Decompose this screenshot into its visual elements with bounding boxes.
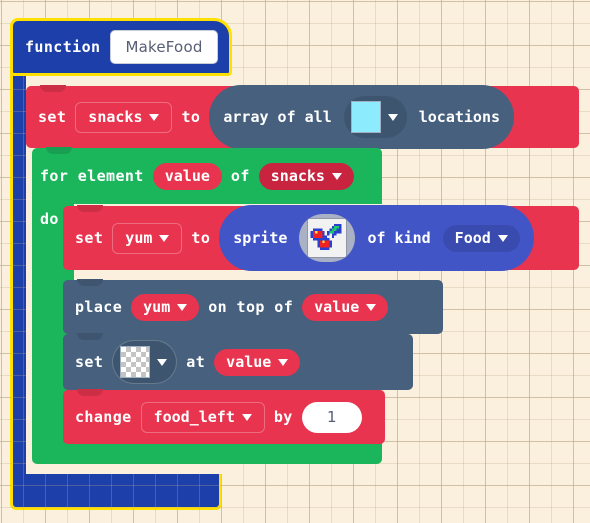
food-left-variable-label: food_left [153, 407, 235, 426]
place-on-top-of-statement[interactable]: place yum on top of value [63, 280, 443, 334]
yum-sprite-dropdown[interactable]: yum [131, 293, 200, 321]
function-keyword-label: function [25, 37, 101, 56]
set-label: set [38, 107, 67, 126]
to-label: to [181, 107, 201, 126]
of-kind-label: of kind [367, 228, 431, 247]
snacks-list-label: snacks [270, 166, 325, 185]
value-variable-pill[interactable]: value [152, 162, 222, 190]
at-label: at [186, 352, 206, 371]
value-tile-location-label: value [226, 352, 272, 371]
set-label: set [75, 228, 104, 247]
cherries-sprite-dropdown[interactable] [299, 214, 356, 262]
locations-label: locations [418, 107, 501, 126]
change-variable-statement[interactable]: change food_left by 1 [63, 390, 385, 444]
snacks-variable-dropdown[interactable]: snacks [75, 101, 173, 133]
chevron-down-icon [278, 358, 289, 366]
food-left-variable-dropdown[interactable]: food_left [140, 401, 265, 433]
do-label: do [40, 210, 59, 228]
cyan-tile-icon [350, 101, 381, 133]
chevron-down-icon [149, 113, 160, 121]
by-label: by [273, 407, 293, 426]
for-element-label: for element [40, 166, 144, 185]
cherries-sprite-icon [307, 218, 348, 258]
set-tile-at-statement[interactable]: set at value [63, 334, 413, 390]
sprite-of-kind-block[interactable]: sprite of kind Food [219, 205, 534, 271]
chevron-down-icon [366, 303, 377, 311]
yum-sprite-label: yum [143, 297, 171, 316]
set-snacks-statement[interactable]: set snacks to array of all locations [26, 85, 579, 149]
set-yum-statement[interactable]: set yum to sprite of kind Food [63, 205, 579, 271]
to-label: to [191, 228, 211, 247]
value-location-label: value [314, 297, 360, 316]
snacks-variable-label: snacks [88, 107, 143, 126]
chevron-down-icon [497, 234, 508, 242]
chevron-down-icon [387, 113, 398, 121]
change-amount-input[interactable]: 1 [301, 401, 362, 433]
yum-variable-dropdown[interactable]: yum [112, 222, 183, 254]
chevron-down-icon [331, 172, 342, 180]
chevron-down-icon [157, 358, 168, 366]
on-top-of-label: on top of [208, 297, 294, 316]
chevron-down-icon [159, 234, 170, 242]
set-label: set [75, 352, 104, 371]
chevron-down-icon [241, 413, 252, 421]
snacks-list-dropdown[interactable]: snacks [258, 162, 354, 190]
value-tile-location-dropdown[interactable]: value [214, 348, 301, 376]
kind-food-dropdown[interactable]: Food [442, 224, 520, 252]
sprite-label: sprite [233, 228, 288, 247]
array-of-all-locations-block[interactable]: array of all locations [209, 85, 515, 149]
place-label: place [75, 297, 123, 316]
function-block-header[interactable]: function MakeFood [10, 18, 232, 76]
kind-food-label: Food [454, 228, 491, 247]
transparent-tile-dropdown[interactable] [112, 340, 178, 384]
array-of-all-label: array of all [223, 107, 332, 126]
yum-variable-label: yum [125, 228, 153, 247]
cyan-tile-dropdown[interactable] [343, 96, 407, 138]
function-name-field[interactable]: MakeFood [110, 30, 218, 64]
transparent-tile-icon [120, 346, 151, 378]
blocks-workspace[interactable]: function MakeFood set snacks to array of… [0, 0, 590, 523]
change-label: change [75, 407, 132, 426]
chevron-down-icon [177, 303, 188, 311]
for-element-header-row: for element value of snacks [32, 148, 354, 204]
of-label: of [230, 166, 250, 185]
value-location-dropdown[interactable]: value [302, 293, 389, 321]
